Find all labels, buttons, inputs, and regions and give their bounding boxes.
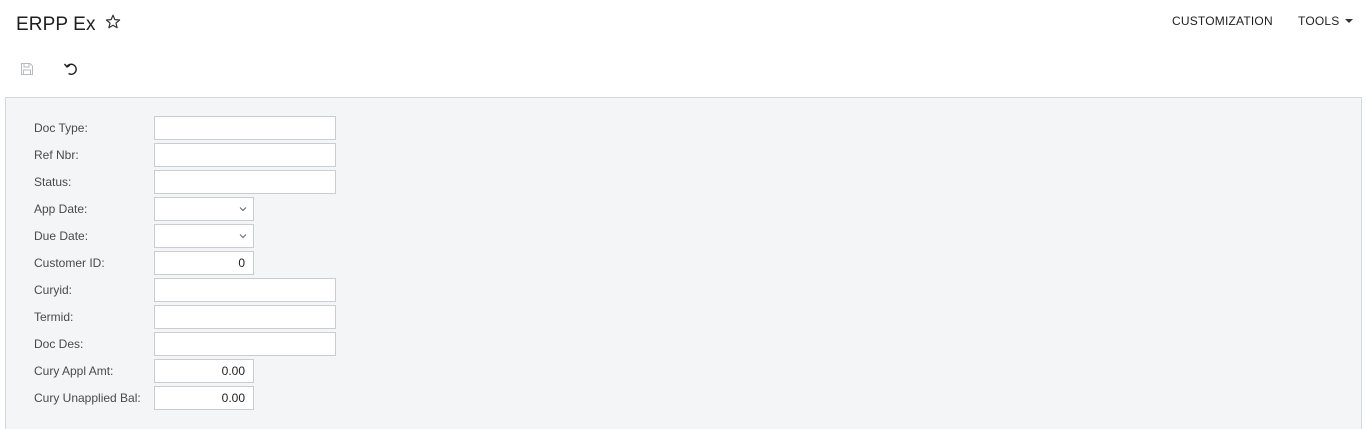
curyid-field[interactable] [154,278,336,302]
termid-field[interactable] [154,305,336,329]
doc-des-label: Doc Des: [34,337,84,351]
save-icon [21,63,33,75]
termid-input[interactable] [163,306,327,328]
curyid-input[interactable] [163,279,327,301]
status-label: Status: [34,175,72,189]
cury-appl-amt-label: Cury Appl Amt: [34,364,114,378]
due-date-input[interactable] [163,225,245,247]
tools-menu[interactable]: TOOLS [1298,14,1354,28]
row-doc-des: Doc Des: [6,332,606,356]
row-curyid: Curyid: [6,278,606,302]
status-input[interactable] [163,171,327,193]
row-termid: Termid: [6,305,606,329]
app-date-input[interactable] [163,198,245,220]
caret-down-icon [1345,18,1354,23]
row-doc-type: Doc Type: [6,116,606,140]
doc-type-label: Doc Type: [34,121,88,135]
doc-type-field[interactable] [154,116,336,140]
app-date-label: App Date: [34,202,88,216]
chevron-down-icon[interactable] [239,233,247,239]
title-bar: ERPP Ex CUSTOMIZATION TOOLS [0,0,1366,50]
customization-menu[interactable]: CUSTOMIZATION [1172,14,1273,28]
row-ref-nbr: Ref Nbr: [6,143,606,167]
chevron-down-icon[interactable] [239,206,247,212]
doc-des-input[interactable] [163,333,327,355]
page-title: ERPP Ex [16,14,96,35]
row-cury-unapplied-bal: Cury Unapplied Bal: 0.00 [6,386,606,410]
row-status: Status: [6,170,606,194]
tools-menu-label: TOOLS [1298,14,1340,28]
form-panel: Doc Type: Ref Nbr: Status: App Date: Due… [5,97,1362,429]
cury-unapplied-bal-label: Cury Unapplied Bal: [34,391,141,405]
customer-id-field[interactable]: 0 [154,251,254,275]
ref-nbr-field[interactable] [154,143,336,167]
row-customer-id: Customer ID: 0 [6,251,606,275]
undo-icon [63,63,77,75]
ref-nbr-label: Ref Nbr: [34,148,79,162]
undo-button[interactable] [58,56,84,82]
doc-type-input[interactable] [163,117,327,139]
row-due-date: Due Date: [6,224,606,248]
app-date-field[interactable] [154,197,254,221]
star-icon[interactable] [104,13,122,31]
save-button[interactable] [14,56,40,82]
due-date-label: Due Date: [34,229,89,243]
cury-appl-amt-field[interactable]: 0.00 [154,359,254,383]
customer-id-label: Customer ID: [34,256,105,270]
doc-des-field[interactable] [154,332,336,356]
ref-nbr-input[interactable] [163,144,327,166]
curyid-label: Curyid: [34,283,73,297]
toolbar [0,56,600,82]
row-cury-appl-amt: Cury Appl Amt: 0.00 [6,359,606,383]
cury-unapplied-bal-field[interactable]: 0.00 [154,386,254,410]
termid-label: Termid: [34,310,74,324]
row-app-date: App Date: [6,197,606,221]
due-date-field[interactable] [154,224,254,248]
status-field[interactable] [154,170,336,194]
